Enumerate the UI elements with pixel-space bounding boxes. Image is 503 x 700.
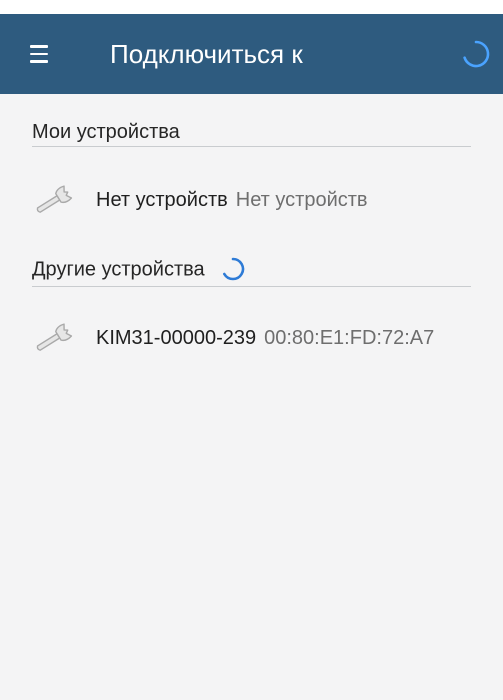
status-bar xyxy=(0,0,503,14)
wrench-icon xyxy=(36,323,73,351)
divider xyxy=(32,146,471,147)
list-item-no-devices[interactable]: Нет устройств Нет устройств xyxy=(32,178,483,222)
wrench-icon xyxy=(36,185,73,213)
section-title: Другие устройства xyxy=(32,258,205,281)
app-screen: Подключиться к Мои устройства Нет устрой… xyxy=(0,0,503,700)
item-text: KIM31-00000-239 00:80:E1:FD:72:A7 xyxy=(96,326,434,350)
divider xyxy=(32,286,471,287)
device-name: Нет устройств xyxy=(96,189,228,211)
app-bar: Подключиться к xyxy=(0,14,503,94)
menu-line xyxy=(30,52,48,55)
device-detail: Нет устройств xyxy=(235,189,368,211)
loading-spinner-icon xyxy=(223,257,245,281)
menu-line xyxy=(30,45,48,48)
section-header-other-devices: Другие устройства xyxy=(32,257,246,283)
section-header-my-devices: Мои устройства xyxy=(32,121,180,143)
device-mac-address: 00:80:E1:FD:72:A7 xyxy=(264,327,435,349)
device-name: KIM31-00000-239 xyxy=(96,327,257,349)
loading-spinner-icon xyxy=(463,40,490,68)
list-item-device[interactable]: KIM31-00000-239 00:80:E1:FD:72:A7 xyxy=(32,316,483,360)
page-title: Подключиться к xyxy=(110,39,303,69)
menu-line xyxy=(30,60,48,63)
item-text: Нет устройств Нет устройств xyxy=(96,188,368,212)
hamburger-menu-icon[interactable] xyxy=(22,38,54,70)
